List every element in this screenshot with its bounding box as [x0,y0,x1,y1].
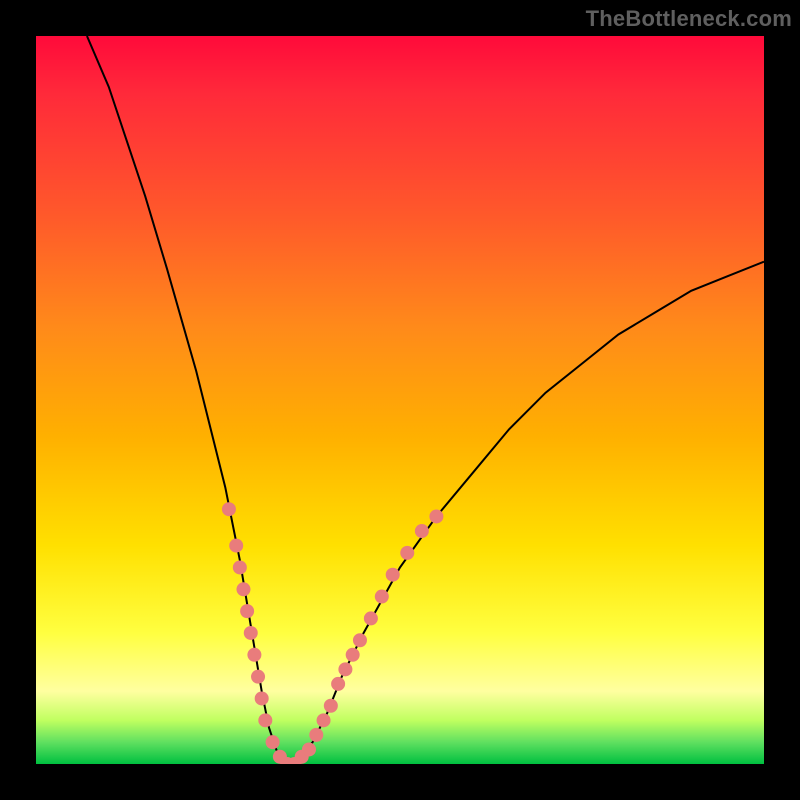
dot [302,742,316,756]
dot [386,568,400,582]
dot [346,648,360,662]
dot [400,546,414,560]
dot [258,713,272,727]
dot [266,735,280,749]
dot [429,509,443,523]
dot [317,713,331,727]
dot [309,728,323,742]
dot [255,691,269,705]
dot [353,633,367,647]
dot [338,662,352,676]
chart-frame: TheBottleneck.com [0,0,800,800]
dot [240,604,254,618]
bottleneck-curve [87,36,764,764]
dot [375,590,389,604]
watermark-text: TheBottleneck.com [586,6,792,32]
dot [244,626,258,640]
dot [324,699,338,713]
highlight-dots [222,502,443,764]
dot [247,648,261,662]
dot [331,677,345,691]
dot [364,611,378,625]
dot [222,502,236,516]
dot [233,560,247,574]
dot [236,582,250,596]
plot-area [36,36,764,764]
curve-layer [36,36,764,764]
dot [415,524,429,538]
dot [251,670,265,684]
dot [229,539,243,553]
